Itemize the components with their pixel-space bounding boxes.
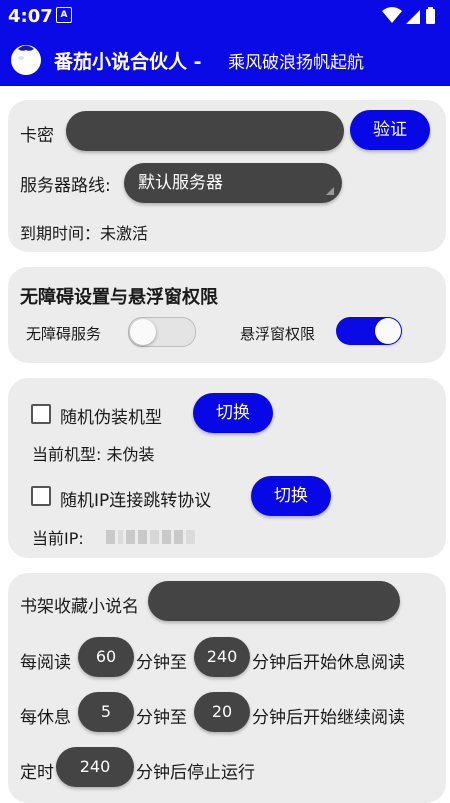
timer-suffix: 分钟后停止运行 <box>136 763 255 783</box>
read-min-from-input[interactable]: 60 <box>78 637 134 677</box>
card-key-label: 卡密 <box>20 126 54 146</box>
rest-suffix: 分钟后开始继续阅读 <box>252 708 405 728</box>
switch-knob <box>130 319 156 345</box>
rest-min-from-input[interactable]: 5 <box>78 692 134 732</box>
rest-prefix: 每休息 <box>20 708 71 728</box>
current-model: 当前机型: 未伪装 <box>32 445 155 464</box>
accessibility-label: 无障碍服务 <box>26 325 102 343</box>
read-suffix: 分钟后开始休息阅读 <box>252 653 405 673</box>
rest-min-to-input[interactable]: 20 <box>194 692 250 732</box>
tomato-logo-icon <box>11 45 41 75</box>
card-key-input[interactable] <box>66 111 344 151</box>
switch-knob <box>375 318 401 344</box>
app-subtitle: 乘风破浪扬帆起航 <box>228 53 364 73</box>
server-route-value: 默认服务器 <box>138 173 223 193</box>
timer-min-input[interactable]: 240 <box>56 747 134 787</box>
permissions-card: 无障碍设置与悬浮窗权限 无障碍服务 悬浮窗权限 <box>8 267 446 363</box>
rest-mid: 分钟至 <box>136 708 187 728</box>
expire-status: 到期时间：未激活 <box>20 224 149 243</box>
app-title: 番茄小说合伙人 - <box>54 51 202 73</box>
current-ip-label: 当前IP: <box>32 529 84 548</box>
switch-ip-button[interactable]: 切换 <box>251 476 331 516</box>
permissions-title: 无障碍设置与悬浮窗权限 <box>20 287 218 308</box>
app-header: 4:07 A 番茄小说合伙人 - 乘风破浪扬帆起航 <box>0 0 450 86</box>
status-icons <box>382 7 435 24</box>
reading-schedule-card: 书架收藏小说名 每阅读 60 分钟至 240 分钟后开始休息阅读 每休息 5 分… <box>8 573 446 803</box>
random-model-label: 随机伪装机型 <box>60 408 162 428</box>
disguise-card: 随机伪装机型 切换 当前机型: 未伪装 随机IP连接跳转协议 切换 当前IP: <box>8 378 446 558</box>
shelf-label: 书架收藏小说名 <box>20 597 139 617</box>
battery-icon <box>426 9 435 24</box>
dropdown-corner-icon <box>326 187 334 195</box>
status-time: 4:07 <box>8 6 53 27</box>
shelf-novel-input[interactable] <box>148 581 400 621</box>
server-route-label: 服务器路线: <box>20 176 111 196</box>
timer-prefix: 定时 <box>20 763 54 783</box>
overlay-switch[interactable] <box>336 317 402 345</box>
wifi-icon <box>382 7 402 23</box>
random-model-checkbox[interactable] <box>31 404 51 424</box>
switch-model-button[interactable]: 切换 <box>193 393 273 433</box>
random-ip-checkbox[interactable] <box>31 486 51 506</box>
accessibility-switch[interactable] <box>128 317 196 347</box>
random-ip-label: 随机IP连接跳转协议 <box>60 491 212 511</box>
read-min-to-input[interactable]: 240 <box>194 637 250 677</box>
activation-card: 卡密 验证 服务器路线: 默认服务器 到期时间：未激活 <box>8 100 446 252</box>
server-route-select[interactable]: 默认服务器 <box>124 163 342 203</box>
ip-redacted <box>106 530 195 544</box>
verify-button[interactable]: 验证 <box>350 110 430 150</box>
read-mid: 分钟至 <box>136 653 187 673</box>
signal-icon <box>406 10 420 24</box>
notification-icon: A <box>56 7 72 23</box>
read-prefix: 每阅读 <box>20 653 71 673</box>
overlay-label: 悬浮窗权限 <box>240 325 316 343</box>
